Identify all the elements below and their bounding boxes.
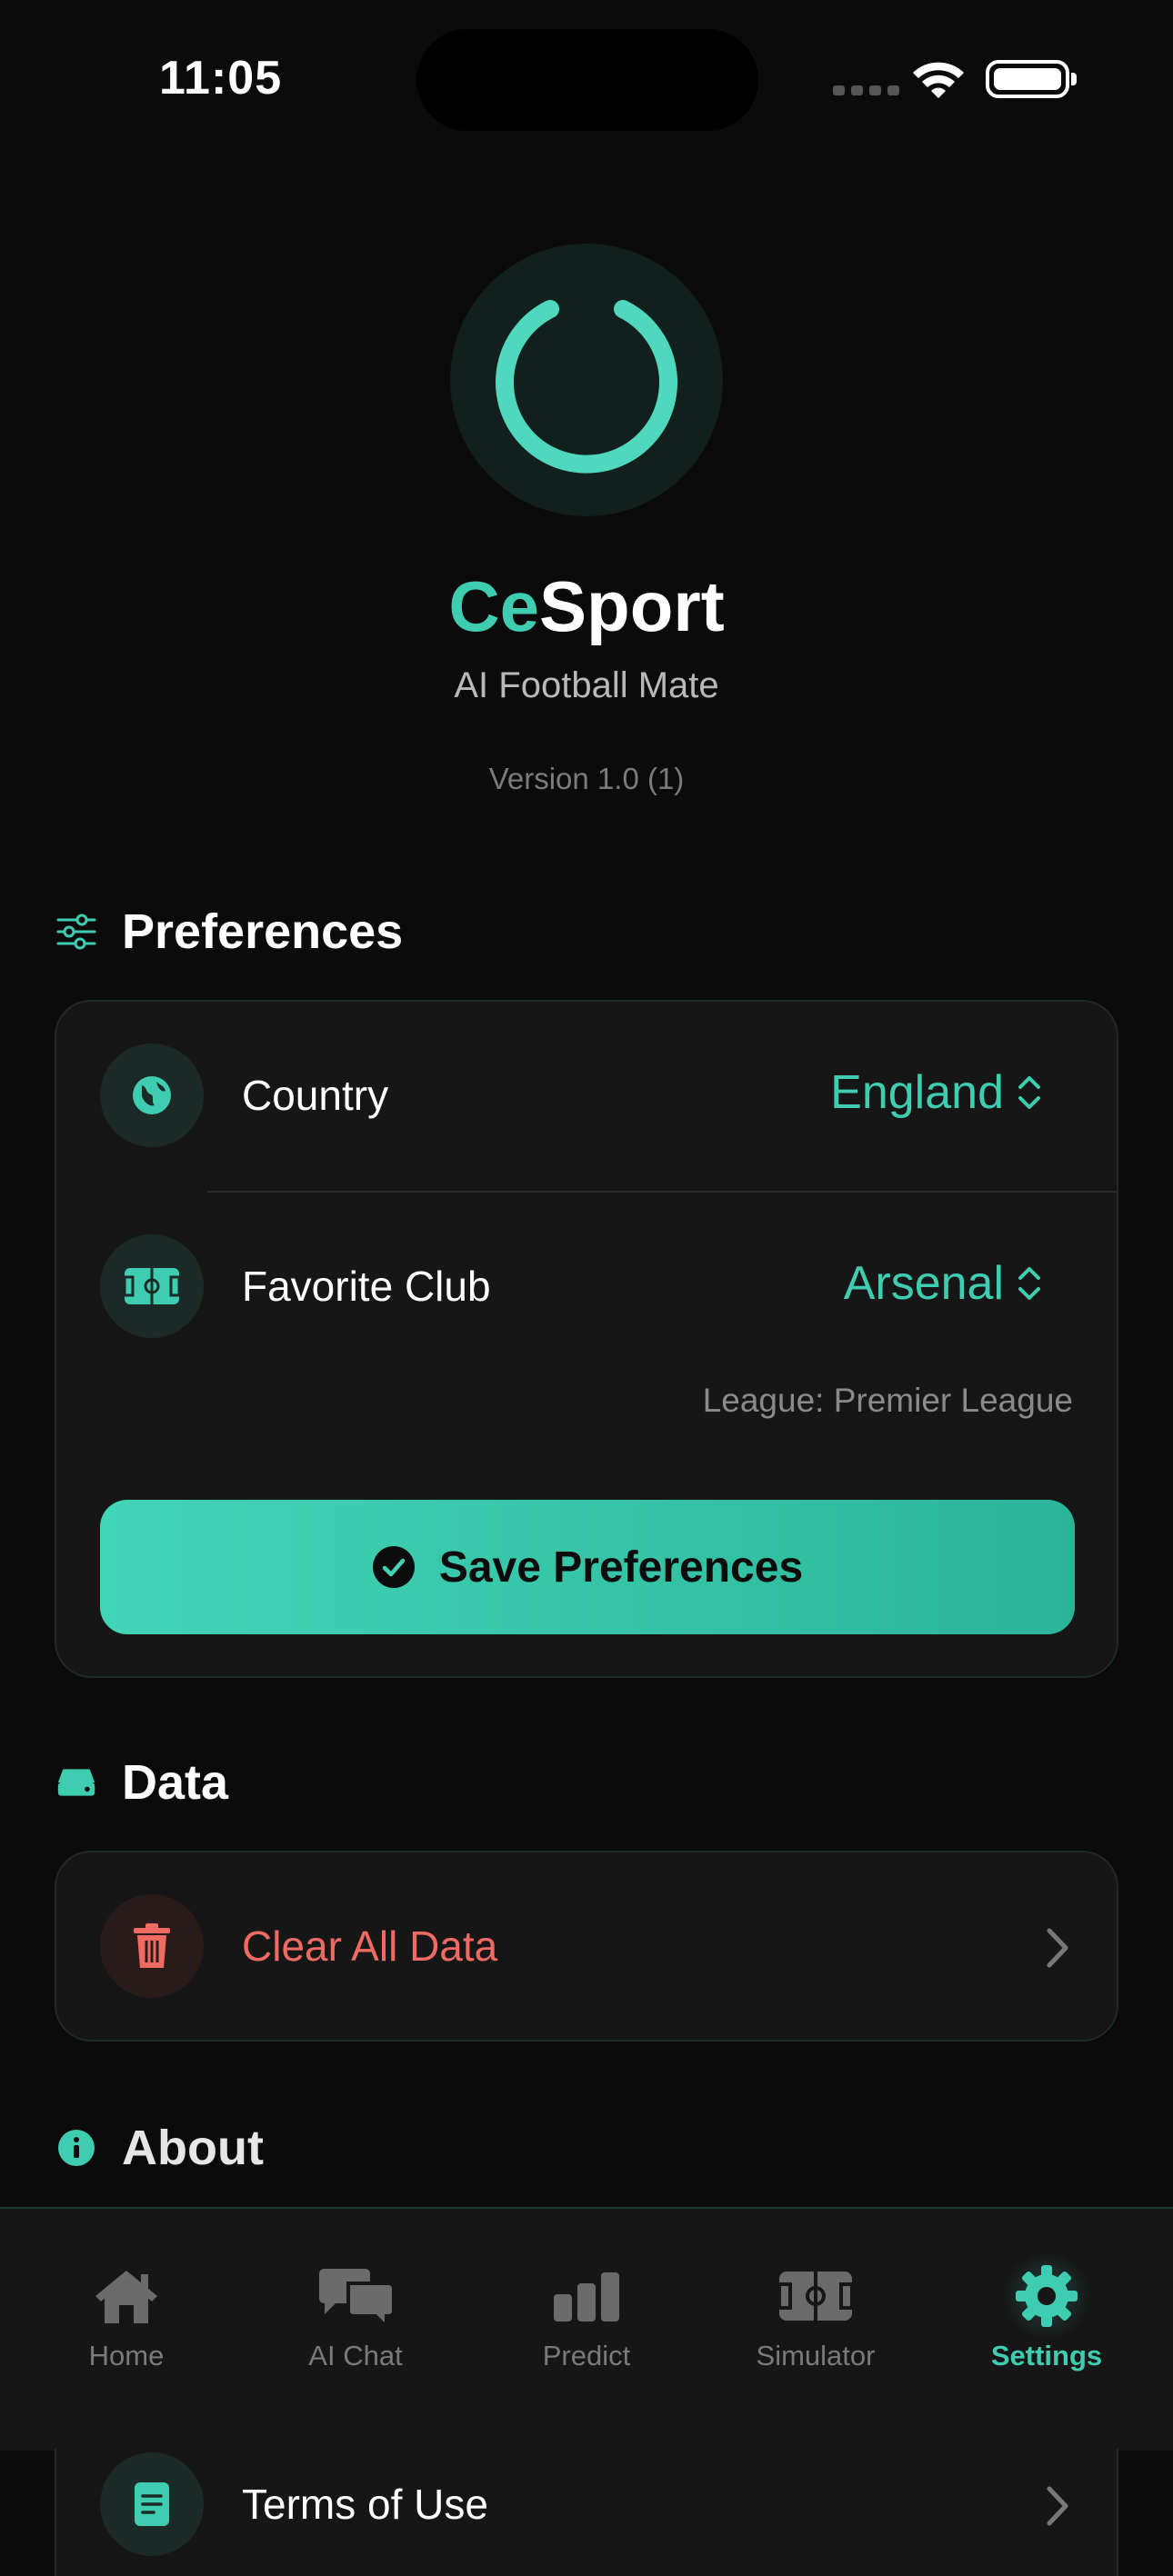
- club-picker[interactable]: Arsenal: [844, 1256, 1042, 1311]
- app-logo: [450, 244, 723, 516]
- gear-icon: [1001, 2251, 1092, 2341]
- terms-of-use-row[interactable]: Terms of Use: [56, 2449, 1117, 2576]
- save-preferences-label: Save Preferences: [438, 1543, 804, 1592]
- chevron-up-down-icon: [1018, 1076, 1040, 1109]
- tab-settings-label: Settings: [990, 2340, 1103, 2371]
- tab-predict[interactable]: Predict: [469, 2209, 704, 2451]
- tab-ai-chat[interactable]: AI Chat: [238, 2209, 473, 2451]
- cellular-signal-icon: [833, 85, 899, 95]
- preferences-card: Country England Favorite Club Arsenal Le…: [55, 1000, 1118, 1678]
- country-label: Country: [242, 1072, 389, 1119]
- preferences-section-header: Preferences: [56, 904, 403, 960]
- terms-of-use-label: Terms of Use: [242, 2481, 488, 2528]
- about-section-header: About: [56, 2120, 264, 2176]
- data-title: Data: [122, 1755, 229, 1810]
- about-title: About: [122, 2121, 264, 2175]
- favorite-club-label: Favorite Club: [242, 1263, 491, 1310]
- sliders-icon: [56, 912, 96, 952]
- status-time: 11:05: [159, 52, 283, 105]
- app-version: Version 1.0 (1): [488, 762, 685, 795]
- league-text: League: Premier League: [702, 1382, 1073, 1419]
- tab-predict-label: Predict: [542, 2340, 631, 2371]
- tab-simulator[interactable]: Simulator: [698, 2209, 933, 2451]
- chevron-right-icon: [1047, 1928, 1068, 1968]
- trash-icon: [100, 1894, 204, 1998]
- tab-bar: Home AI Chat Predict Simulator Settings: [0, 2207, 1173, 2451]
- data-section-header: Data: [56, 1754, 228, 1811]
- chevron-right-icon: [1047, 2486, 1068, 2526]
- wifi-icon: [913, 62, 964, 98]
- app-name: CeSport: [0, 565, 1173, 648]
- globe-icon: [100, 1043, 204, 1147]
- bar-chart-icon: [541, 2251, 632, 2341]
- pitch-icon: [770, 2251, 861, 2341]
- app-tagline: AI Football Mate: [454, 665, 719, 705]
- app-name-rest: Sport: [539, 566, 725, 646]
- pitch-icon: [100, 1234, 204, 1338]
- row-divider: [207, 1191, 1117, 1193]
- save-preferences-button[interactable]: Save Preferences: [100, 1500, 1075, 1634]
- info-icon: [56, 2128, 96, 2168]
- checkmark-circle-icon: [372, 1546, 415, 1588]
- tab-settings[interactable]: Settings: [929, 2209, 1164, 2451]
- power-ring-icon: [496, 300, 677, 474]
- home-icon: [81, 2251, 172, 2341]
- tab-ai-chat-label: AI Chat: [308, 2340, 403, 2371]
- chevron-up-down-icon: [1018, 1267, 1040, 1300]
- dynamic-island: [416, 29, 758, 131]
- app-name-accent: Ce: [448, 566, 540, 646]
- clear-all-data-row[interactable]: Clear All Data: [56, 1852, 1117, 2040]
- clear-all-data-label: Clear All Data: [242, 1922, 498, 1970]
- country-picker[interactable]: England: [830, 1065, 1042, 1120]
- document-icon: [100, 2452, 204, 2556]
- tab-home[interactable]: Home: [9, 2209, 244, 2451]
- battery-icon: [986, 60, 1077, 98]
- chat-bubbles-icon: [310, 2251, 401, 2341]
- drive-icon: [56, 1762, 96, 1802]
- tab-simulator-label: Simulator: [756, 2340, 876, 2371]
- tab-home-label: Home: [88, 2340, 165, 2371]
- about-card: Terms of Use: [55, 2449, 1118, 2576]
- country-value: England: [830, 1066, 1004, 1119]
- club-value: Arsenal: [843, 1257, 1004, 1310]
- preferences-title: Preferences: [122, 904, 404, 959]
- data-card: Clear All Data: [55, 1851, 1118, 2042]
